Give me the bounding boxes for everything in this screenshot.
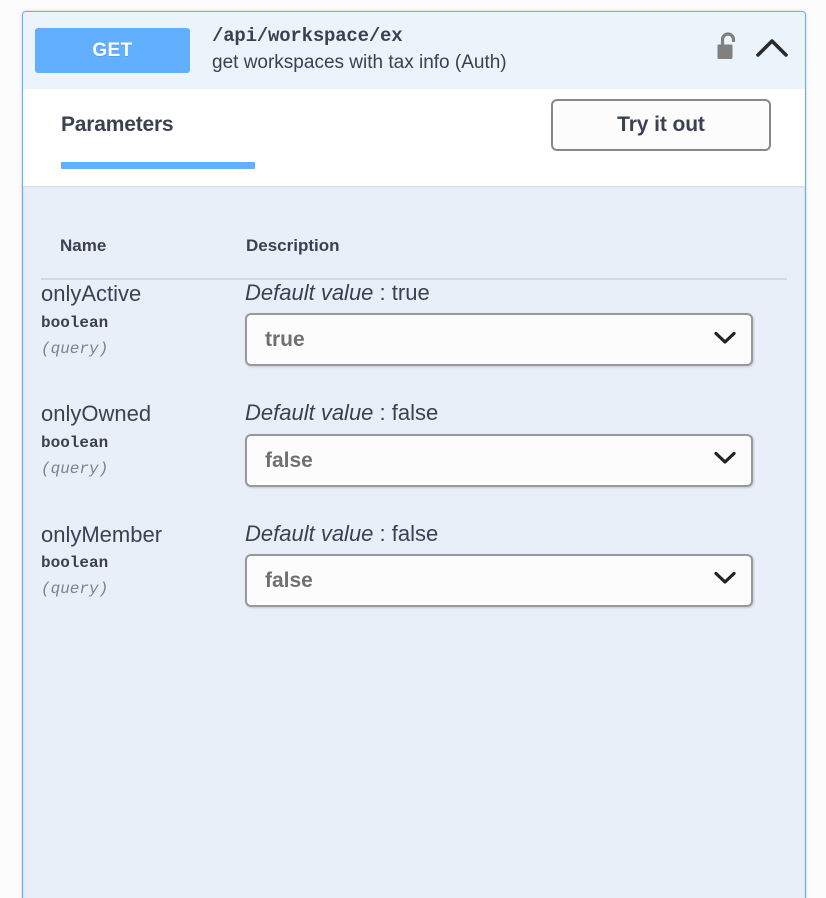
- parameters-table-head: Name Description: [41, 186, 787, 279]
- chevron-up-icon[interactable]: [755, 33, 789, 68]
- tab-parameters[interactable]: Parameters: [61, 114, 173, 135]
- column-header-name: Name: [41, 186, 245, 279]
- spacer-cell: [245, 487, 787, 521]
- parameter-location: (query): [41, 580, 245, 599]
- default-value-label: Default value: [245, 521, 373, 546]
- parameters-region: Name Description onlyActive boolean (que…: [23, 186, 805, 898]
- tab-parameters-label: Parameters: [61, 114, 173, 135]
- parameter-location: (query): [41, 340, 245, 359]
- operation-path: /api/workspace/ex: [212, 24, 715, 48]
- operation-description: get workspaces with tax info (Auth): [212, 50, 715, 75]
- default-value: false: [392, 400, 438, 425]
- parameter-value-select[interactable]: true: [245, 313, 753, 366]
- tab-row: Parameters Try it out: [41, 89, 787, 186]
- table-row: onlyMember boolean (query) Default value…: [41, 521, 787, 607]
- row-spacer: [41, 487, 787, 521]
- operation-summary-header[interactable]: GET /api/workspace/ex get workspaces wit…: [23, 12, 805, 89]
- parameter-value-select[interactable]: false: [245, 554, 753, 607]
- spacer-cell: [41, 366, 245, 400]
- operation-block: GET /api/workspace/ex get workspaces wit…: [22, 11, 806, 898]
- default-value-label: Default value: [245, 280, 373, 305]
- parameter-name: onlyActive: [41, 280, 245, 308]
- parameter-default-value-line: Default value : false: [245, 400, 787, 425]
- operation-tab-strip: Parameters Try it out: [23, 89, 805, 186]
- parameter-name: onlyMember: [41, 521, 245, 549]
- parameter-description-cell: Default value : false false: [245, 521, 787, 607]
- parameter-value-select[interactable]: false: [245, 434, 753, 487]
- default-value-separator: :: [373, 280, 391, 305]
- table-row: onlyActive boolean (query) Default value…: [41, 279, 787, 366]
- default-value-separator: :: [373, 521, 391, 546]
- page-root: GET /api/workspace/ex get workspaces wit…: [0, 0, 826, 898]
- default-value-separator: :: [373, 400, 391, 425]
- operation-controls: [715, 31, 791, 70]
- column-header-description: Description: [245, 186, 787, 279]
- default-value-label: Default value: [245, 400, 373, 425]
- parameter-name-cell: onlyActive boolean (query): [41, 279, 245, 366]
- parameter-location: (query): [41, 460, 245, 479]
- parameter-description-cell: Default value : true true: [245, 279, 787, 366]
- parameter-default-value-line: Default value : false: [245, 521, 787, 546]
- parameter-description-cell: Default value : false false: [245, 400, 787, 486]
- parameters-table-body: onlyActive boolean (query) Default value…: [41, 279, 787, 607]
- try-it-out-button[interactable]: Try it out: [551, 99, 771, 151]
- parameter-select-wrapper: false: [245, 434, 753, 487]
- operation-text-group: /api/workspace/ex get workspaces with ta…: [212, 24, 715, 76]
- parameter-type: boolean: [41, 434, 245, 453]
- parameter-name: onlyOwned: [41, 400, 245, 428]
- parameter-name-cell: onlyOwned boolean (query): [41, 400, 245, 486]
- parameter-type: boolean: [41, 314, 245, 333]
- default-value: true: [392, 280, 430, 305]
- parameter-select-wrapper: false: [245, 554, 753, 607]
- parameter-default-value-line: Default value : true: [245, 280, 787, 305]
- row-spacer: [41, 366, 787, 400]
- default-value: false: [392, 521, 438, 546]
- table-row: onlyOwned boolean (query) Default value …: [41, 400, 787, 486]
- parameter-select-wrapper: true: [245, 313, 753, 366]
- tab-active-indicator: [61, 162, 255, 169]
- table-header-row: Name Description: [41, 186, 787, 279]
- parameters-table: Name Description onlyActive boolean (que…: [41, 186, 787, 607]
- parameter-type: boolean: [41, 554, 245, 573]
- http-method-badge: GET: [35, 28, 190, 73]
- spacer-cell: [245, 366, 787, 400]
- spacer-cell: [41, 487, 245, 521]
- parameter-name-cell: onlyMember boolean (query): [41, 521, 245, 607]
- unlocked-padlock-icon[interactable]: [715, 31, 741, 70]
